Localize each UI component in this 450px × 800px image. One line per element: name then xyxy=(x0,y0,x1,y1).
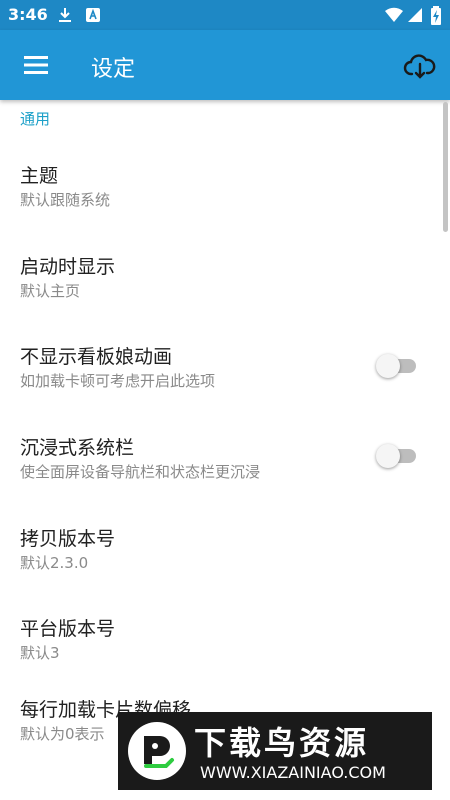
cloud-download-icon xyxy=(403,54,436,79)
pref-title: 平台版本号 xyxy=(20,618,116,640)
pref-summary: 默认为0表示 xyxy=(20,725,105,743)
pref-title: 沉浸式系统栏 xyxy=(20,437,135,459)
watermark-url: WWW.XIAZAINIAO.COM xyxy=(200,763,386,782)
pref-summary: 默认3 xyxy=(20,644,60,662)
signal-icon xyxy=(406,6,424,28)
pref-summary: 默认2.3.0 xyxy=(20,554,89,572)
wifi-icon xyxy=(384,6,404,28)
pref-title: 启动时显示 xyxy=(20,256,116,278)
section-header-general: 通用 xyxy=(20,110,51,128)
watermark-banner: 下载鸟资源 WWW.XIAZAINIAO.COM xyxy=(118,712,432,790)
status-time: 3:46 xyxy=(8,5,48,24)
hamburger-menu-icon xyxy=(24,56,48,74)
pref-summary: 如加载卡顿可考虑开启此选项 xyxy=(20,372,216,390)
pref-launch-screen[interactable]: 启动时显示 默认主页 xyxy=(0,252,440,342)
switch-thumb xyxy=(376,444,400,468)
watermark-title: 下载鸟资源 xyxy=(194,724,370,762)
battery-charging-icon xyxy=(430,6,442,30)
pref-immersive-system-bars[interactable]: 沉浸式系统栏 使全面屏设备导航栏和状态栏更沉浸 xyxy=(0,433,440,523)
download-icon xyxy=(56,6,74,28)
immersive-system-bars-switch[interactable] xyxy=(376,444,418,468)
pref-summary: 使全面屏设备导航栏和状态栏更沉浸 xyxy=(20,463,261,481)
scrollbar[interactable] xyxy=(443,102,448,232)
app-toolbar: 设定 xyxy=(0,30,450,100)
pref-platform-version[interactable]: 平台版本号 默认3 xyxy=(0,614,440,704)
pref-title: 主题 xyxy=(20,165,59,187)
status-bar: 3:46 xyxy=(0,0,450,30)
bird-logo-icon xyxy=(128,722,186,780)
pref-theme[interactable]: 主题 默认跟随系统 xyxy=(0,161,440,251)
cloud-download-button[interactable] xyxy=(398,44,442,88)
pref-copy-version[interactable]: 拷贝版本号 默认2.3.0 xyxy=(0,524,440,614)
pref-title: 不显示看板娘动画 xyxy=(20,346,173,368)
hide-mascot-animation-switch[interactable] xyxy=(376,354,418,378)
switch-thumb xyxy=(376,354,400,378)
pref-title: 拷贝版本号 xyxy=(20,528,116,550)
pref-summary: 默认主页 xyxy=(20,282,81,300)
app-notification-icon xyxy=(84,6,102,28)
menu-button[interactable] xyxy=(14,43,58,87)
pref-hide-mascot-animation[interactable]: 不显示看板娘动画 如加载卡顿可考虑开启此选项 xyxy=(0,342,440,432)
pref-summary: 默认跟随系统 xyxy=(20,191,111,209)
page-title: 设定 xyxy=(91,57,136,82)
